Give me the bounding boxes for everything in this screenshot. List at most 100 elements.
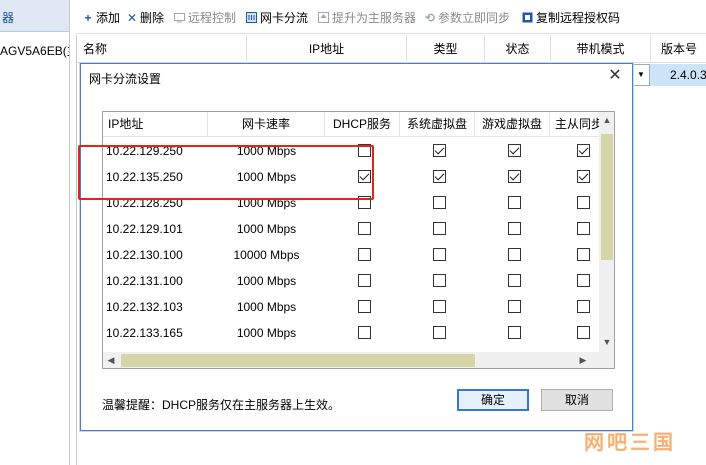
sys-disk-checkbox[interactable] [433,248,446,261]
server-tree-item[interactable]: AGV5A6EB(主 [0,40,69,62]
vertical-scrollbar[interactable]: ▲ ▼ [599,112,614,352]
col-ip[interactable]: IP地址 [247,35,407,63]
promote-icon [318,12,329,23]
col-type[interactable]: 类型 [407,35,485,63]
dhcp-checkbox[interactable] [358,222,371,235]
sync-checkbox[interactable] [577,170,590,183]
promote-to-master-button[interactable]: 提升为主服务器 [318,10,416,26]
game-disk-checkbox[interactable] [508,300,521,313]
nic-row[interactable]: 10.22.128.250 1000 Mbps [103,190,600,216]
sys-disk-checkbox[interactable] [433,300,446,313]
col-nic-speed[interactable]: 网卡速率 [208,112,325,137]
sync-checkbox[interactable] [577,300,590,313]
copy-icon [522,12,533,23]
cancel-button[interactable]: 取消 [541,389,613,411]
dhcp-checkbox[interactable] [358,144,371,157]
ok-button[interactable]: 确定 [457,389,529,411]
dhcp-checkbox[interactable] [358,326,371,339]
sys-disk-checkbox[interactable] [433,170,446,183]
dhcp-hint: 温馨提醒：DHCP服务仅在主服务器上生效。 [102,398,341,412]
col-game-disk[interactable]: 游戏虚拟盘 [475,112,550,137]
col-status[interactable]: 状态 [485,35,551,63]
server-tree-header-label: 器 [2,11,15,25]
server-version: 2.4.0.3 [670,68,706,82]
nic-ip: 10.22.135.250 [106,170,183,184]
game-disk-checkbox[interactable] [508,222,521,235]
horizontal-scroll-thumb[interactable] [121,354,475,367]
sync-checkbox[interactable] [577,274,590,287]
sync-checkbox[interactable] [577,222,590,235]
game-disk-checkbox[interactable] [508,196,521,209]
network-icon [246,12,257,23]
close-icon[interactable]: ✕ [606,66,624,86]
delete-button[interactable]: ✕ 删除 [126,10,164,26]
scroll-down-icon[interactable]: ▼ [599,334,614,350]
nic-speed: 1000 Mbps [236,300,297,314]
nic-ip: 10.22.130.100 [106,248,183,262]
game-disk-checkbox[interactable] [508,170,521,183]
add-button[interactable]: + 添加 [82,10,120,26]
server-tree-header: 器 [0,0,69,32]
sync-checkbox[interactable] [577,196,590,209]
game-disk-checkbox[interactable] [508,144,521,157]
col-master-sync[interactable]: 主从同步 [550,112,600,137]
sync-checkbox[interactable] [577,326,590,339]
game-disk-checkbox[interactable] [508,274,521,287]
copy-auth-code-button[interactable]: 复制远程授权码 [522,10,620,26]
nic-split-button[interactable]: 网卡分流 [246,10,308,26]
nic-speed: 1000 Mbps [236,274,297,288]
vertical-scroll-thumb[interactable] [601,134,613,260]
watermark-logo: 网吧三国 [584,432,676,454]
screen-icon [174,13,185,23]
col-mode[interactable]: 带机模式 [551,35,651,63]
col-name[interactable]: 名称 [77,35,247,63]
sync-checkbox[interactable] [577,144,590,157]
sync-checkbox[interactable] [577,248,590,261]
nic-ip: 10.22.133.165 [106,326,183,340]
nic-row[interactable]: 10.22.131.100 1000 Mbps [103,268,600,294]
dhcp-checkbox[interactable] [358,300,371,313]
nic-speed: 10000 Mbps [233,248,300,262]
nic-ip: 10.22.131.100 [106,274,183,288]
mode-dropdown[interactable]: ▼ [632,64,650,86]
nic-row[interactable]: 10.22.135.250 1000 Mbps [103,164,600,190]
nic-list: IP地址 网卡速率 DHCP服务 系统虚拟盘 游戏虚拟盘 主从同步 10.22.… [102,111,615,369]
nic-speed: 1000 Mbps [236,326,297,340]
dhcp-checkbox[interactable] [358,196,371,209]
col-sys-disk[interactable]: 系统虚拟盘 [400,112,475,137]
sys-disk-checkbox[interactable] [433,326,446,339]
dhcp-checkbox[interactable] [358,274,371,287]
scroll-up-icon[interactable]: ▲ [599,112,614,128]
col-dhcp[interactable]: DHCP服务 [325,112,400,137]
nic-list-header: IP地址 网卡速率 DHCP服务 系统虚拟盘 游戏虚拟盘 主从同步 [103,112,600,137]
horizontal-scrollbar[interactable]: ◀ ▶ [103,352,614,368]
game-disk-checkbox[interactable] [508,326,521,339]
nic-row[interactable]: 10.22.129.101 1000 Mbps [103,216,600,242]
remote-control-button[interactable]: 远程控制 [174,10,236,26]
game-disk-checkbox[interactable] [508,248,521,261]
nic-ip: 10.22.129.101 [106,222,183,236]
sync-now-button[interactable]: ⟲ 参数立即同步 [424,10,510,26]
nic-speed: 1000 Mbps [236,196,297,210]
x-icon: ✕ [126,11,138,25]
sys-disk-checkbox[interactable] [433,144,446,157]
dialog-title: 网卡分流设置 [89,72,162,86]
sys-disk-checkbox[interactable] [433,222,446,235]
toolbar: + 添加 ✕ 删除 远程控制 网卡分流 提升为主服务器 ⟲ 参数立即同步 复制远程授权… [76,0,706,34]
col-ip-address[interactable]: IP地址 [103,112,208,137]
nic-ip: 10.22.128.250 [106,196,183,210]
sys-disk-checkbox[interactable] [433,196,446,209]
dhcp-checkbox[interactable] [358,248,371,261]
dhcp-checkbox[interactable] [358,170,371,183]
sys-disk-checkbox[interactable] [433,274,446,287]
nic-row[interactable]: 10.22.132.103 1000 Mbps [103,294,600,320]
server-tree-panel: 器 AGV5A6EB(主 [0,0,70,465]
nic-row[interactable]: 10.22.130.100 10000 Mbps [103,242,600,268]
nic-speed: 1000 Mbps [236,170,297,184]
nic-row[interactable]: 10.22.133.165 1000 Mbps [103,320,600,346]
scroll-right-icon[interactable]: ▶ [575,352,591,368]
scroll-left-icon[interactable]: ◀ [103,352,119,368]
nic-row[interactable]: 10.22.129.250 1000 Mbps [103,138,600,164]
server-grid-header: 名称 IP地址 类型 状态 带机模式 版本号 [77,35,706,63]
col-version[interactable]: 版本号 [651,35,706,63]
